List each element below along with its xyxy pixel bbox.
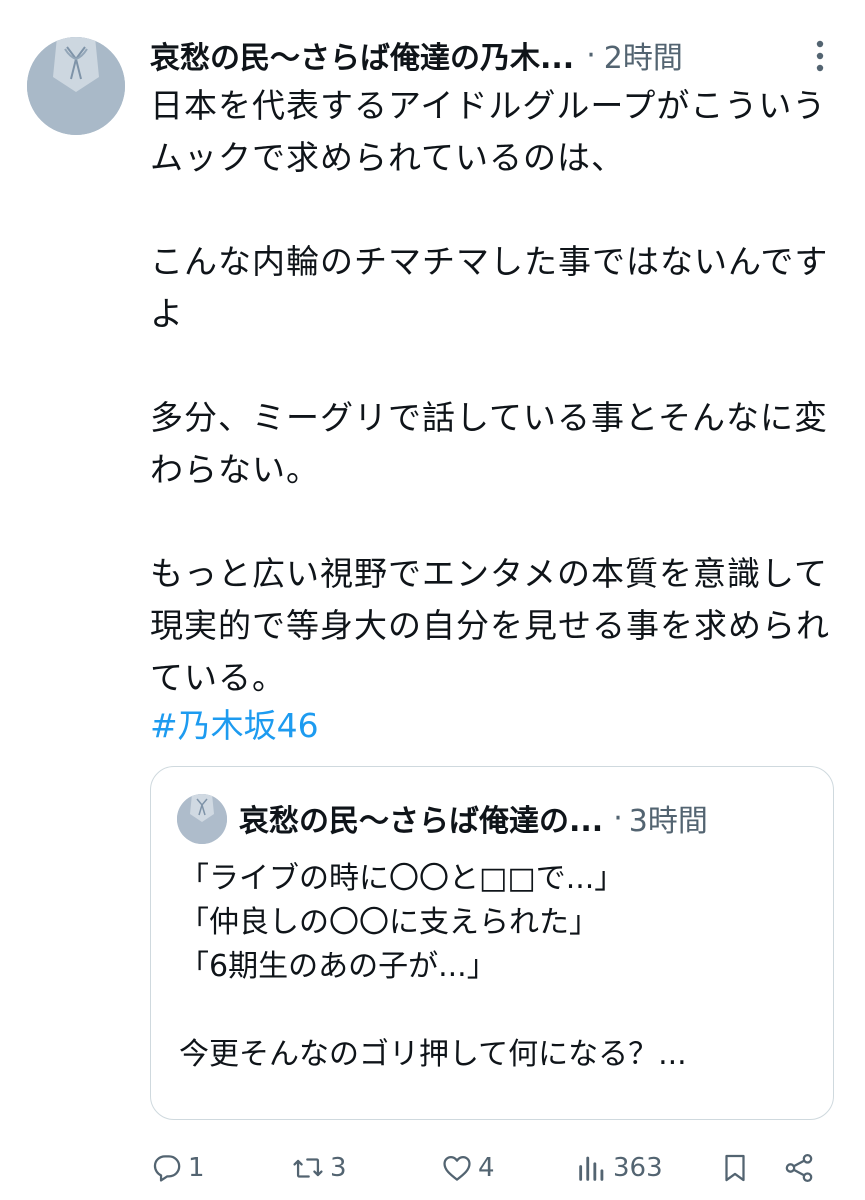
quote-author-name: 哀愁の民〜さらば俺達の... [239, 804, 604, 839]
quote-avatar [177, 794, 227, 844]
quote-line: 「6期生のあの子が...」 [179, 949, 497, 984]
quote-avatar-image [177, 794, 227, 844]
tweet[interactable]: 哀愁の民〜さらば俺達の乃木... · 2時間 日本を代表するアイドルグループがこ… [0, 0, 865, 1200]
views-button[interactable]: 363 [575, 1145, 663, 1191]
share-button[interactable] [782, 1145, 816, 1191]
bookmark-button[interactable] [718, 1145, 752, 1191]
tweet-header: 哀愁の民〜さらば俺達の乃木... · 2時間 [150, 30, 840, 80]
more-vertical-icon[interactable] [805, 38, 835, 74]
hashtag-link[interactable]: #乃木坂46 [150, 700, 319, 752]
quote-timestamp: 3時間 [628, 804, 708, 839]
quote-text: 「ライブの時に〇〇と□□で...」 「仲良しの〇〇に支えられた」 「6期生のあの… [179, 857, 809, 1077]
quote-separator-dot: · [613, 800, 623, 836]
reply-icon [153, 1155, 181, 1182]
tweet-paragraph: 多分、ミーグリで話している事とそんなに変わらない。 [150, 398, 829, 489]
views-count: 363 [613, 1153, 663, 1183]
quote-line [179, 989, 809, 1033]
quoted-tweet[interactable]: 哀愁の民〜さらば俺達の... · 3時間 「ライブの時に〇〇と□□で...」 「… [150, 766, 834, 1120]
quote-line: 「ライブの時に〇〇と□□で...」 [179, 861, 625, 896]
heart-icon [443, 1155, 471, 1181]
like-button[interactable]: 4 [440, 1145, 495, 1191]
retweet-button[interactable]: 3 [290, 1145, 347, 1191]
separator-dot: · [586, 37, 596, 73]
views-icon [579, 1156, 604, 1181]
tweet-text: 日本を代表するアイドルグループがこういうムックで求められているのは、 こんな内輪… [150, 80, 840, 704]
reply-button[interactable]: 1 [150, 1145, 205, 1191]
quote-line: 「仲良しの〇〇に支えられた」 [179, 905, 599, 940]
bookmark-icon [725, 1154, 745, 1182]
retweet-count: 3 [330, 1153, 347, 1183]
like-count: 4 [478, 1153, 495, 1183]
retweet-icon [293, 1158, 323, 1178]
tweet-paragraph: 日本を代表するアイドルグループがこういうムックで求められているのは、 [150, 86, 827, 177]
quote-line: 今更そんなのゴリ押して何になる？... [179, 1037, 687, 1072]
share-icon [785, 1153, 813, 1183]
author-name[interactable]: 哀愁の民〜さらば俺達の乃木... [150, 33, 574, 77]
tweet-paragraph: こんな内輪のチマチマした事ではないんですよ [150, 242, 829, 333]
quote-header: 哀愁の民〜さらば俺達の... · 3時間 [239, 793, 708, 843]
tweet-paragraph: もっと広い視野でエンタメの本質を意識して現実的で等身大の自分を見せる事を求められ… [150, 554, 830, 697]
reply-count: 1 [188, 1153, 205, 1183]
timestamp[interactable]: 2時間 [604, 33, 683, 77]
avatar[interactable] [27, 37, 125, 135]
action-bar: 1 3 4 363 [150, 1145, 830, 1191]
avatar-image [27, 37, 125, 135]
